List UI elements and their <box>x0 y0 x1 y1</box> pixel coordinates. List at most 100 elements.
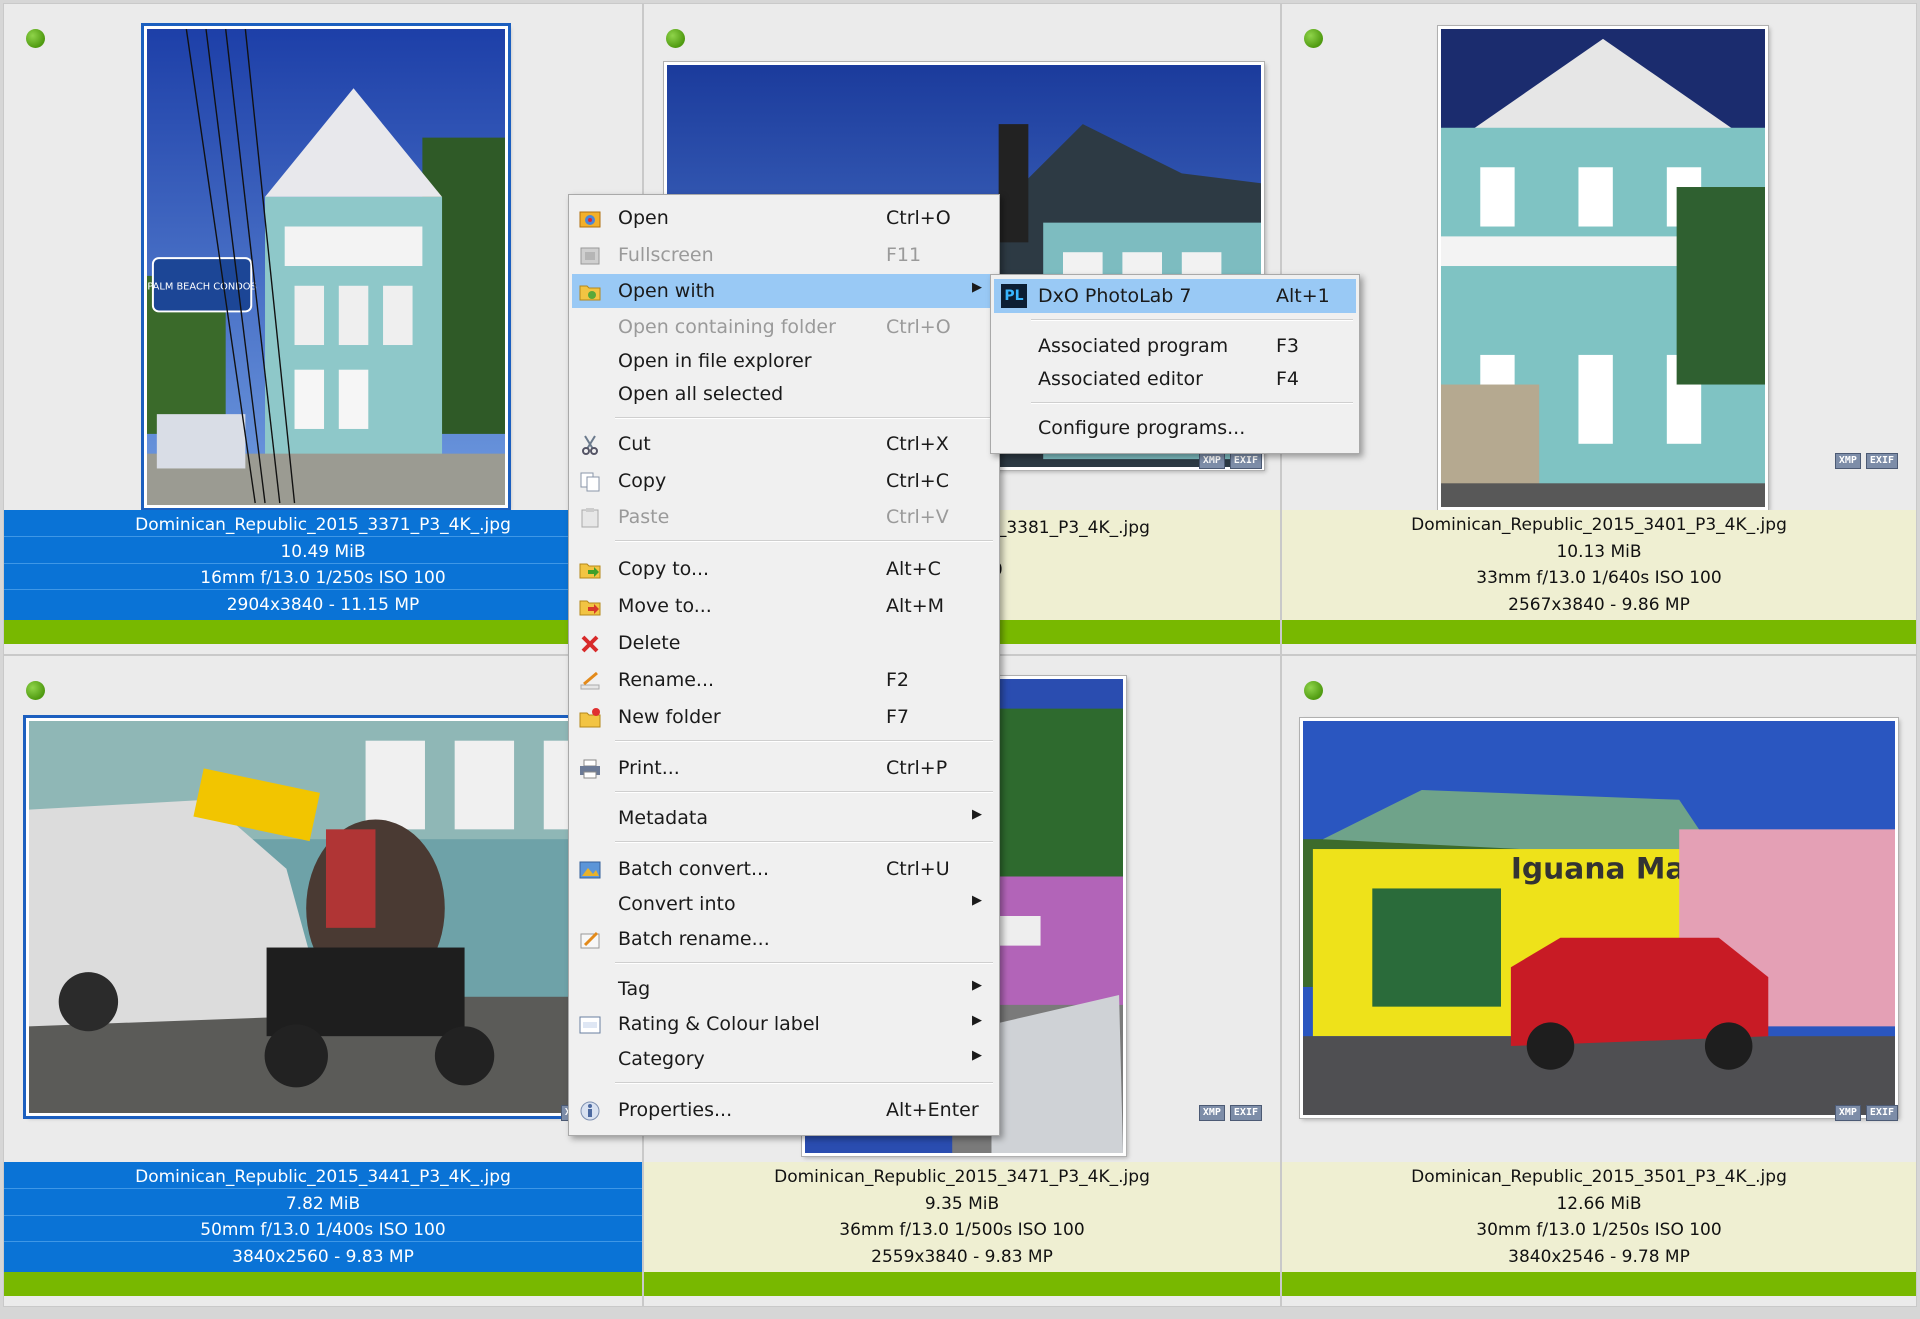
paste-icon <box>579 507 601 529</box>
menu-item-convert-into[interactable]: Convert into ▶ <box>572 887 996 921</box>
status-bar-green <box>1282 1272 1916 1296</box>
submenu-item-associated-editor[interactable]: Associated editor F4 <box>994 362 1356 396</box>
delete-x-icon <box>579 633 601 655</box>
fullscreen-icon <box>579 245 601 267</box>
menu-item-cut[interactable]: Cut Ctrl+X <box>572 427 996 461</box>
menu-item-open-containing-folder[interactable]: Open containing folder Ctrl+O <box>572 310 996 344</box>
file-size: 10.49 MiB <box>4 541 642 564</box>
exif-badge: EXIF <box>1865 453 1898 469</box>
open-icon <box>579 208 601 230</box>
scissors-icon <box>579 434 601 456</box>
menu-separator <box>615 1082 993 1084</box>
xmp-badge: XMP <box>1834 1105 1861 1121</box>
exif-badge: EXIF <box>1229 1105 1262 1121</box>
properties-icon <box>579 1100 601 1122</box>
menu-item-rating-colour-label[interactable]: Rating & Colour label ▶ <box>572 1007 996 1041</box>
file-size: 7.82 MiB <box>4 1193 642 1216</box>
file-size: 10.13 MiB <box>1556 541 1642 562</box>
file-size: 9.35 MiB <box>924 1193 1000 1214</box>
menu-item-category[interactable]: Category ▶ <box>572 1042 996 1076</box>
menu-item-metadata[interactable]: Metadata ▶ <box>572 801 996 835</box>
status-bar-green <box>4 620 642 644</box>
file-size: 12.66 MiB <box>1556 1193 1642 1214</box>
menu-item-batch-rename[interactable]: Batch rename... <box>572 922 996 956</box>
xmp-badge: XMP <box>1834 453 1861 469</box>
menu-separator <box>615 841 993 843</box>
metadata-badges: XMP EXIF <box>1834 1105 1898 1121</box>
batch-convert-icon <box>579 859 601 881</box>
dimensions: 3840x2546 - 9.78 MP <box>1508 1246 1690 1267</box>
menu-item-fullscreen[interactable]: Fullscreen F11 <box>572 238 996 272</box>
menu-item-move-to[interactable]: Move to... Alt+M <box>572 589 996 623</box>
thumbnail-info: Dominican_Republic_2015_3441_P3_4K_.jpg … <box>4 1162 642 1272</box>
filename: Dominican_Republic_2015_3501_P3_4K_.jpg <box>1411 1167 1787 1188</box>
menu-separator <box>1031 402 1353 404</box>
filename: Dominican_Republic_2015_3441_P3_4K_.jpg <box>4 1166 642 1189</box>
copy-icon <box>579 471 601 493</box>
menu-separator <box>615 417 993 419</box>
status-bar-green <box>1282 620 1916 644</box>
move-to-folder-icon <box>579 596 601 618</box>
menu-item-copy[interactable]: Copy Ctrl+C <box>572 464 996 498</box>
exif-badge: EXIF <box>1229 453 1262 469</box>
metadata-badges: XMP EXIF <box>1198 453 1262 469</box>
menu-item-open-with[interactable]: Open with ▶ <box>572 274 996 308</box>
menu-separator <box>615 791 993 793</box>
submenu-arrow-icon: ▶ <box>972 807 982 822</box>
submenu-item-associated-program[interactable]: Associated program F3 <box>994 329 1356 363</box>
sign-text: PALM BEACH CONDOS <box>147 282 256 293</box>
thumbnail-tile[interactable]: Iguana Mama Tours XMP EXIF Dominican_Rep… <box>1281 655 1917 1307</box>
thumbnail-tile[interactable]: XMP EXIF Dominican_Republic_2015_3401_P3… <box>1281 3 1917 655</box>
menu-separator <box>1031 319 1353 321</box>
status-dot-icon <box>26 29 45 48</box>
menu-separator <box>615 540 993 542</box>
menu-item-open[interactable]: Open Ctrl+O <box>572 201 996 235</box>
thumbnail-image[interactable] <box>1438 26 1768 510</box>
thumbnail-image[interactable]: PALM BEACH CONDOS <box>144 26 508 508</box>
menu-item-delete[interactable]: Delete <box>572 626 996 660</box>
submenu-item-dxo-photolab[interactable]: PL DxO PhotoLab 7 Alt+1 <box>994 279 1356 313</box>
exif-badge: EXIF <box>1865 1105 1898 1121</box>
filename: Dominican_Republic_2015_3371_P3_4K_.jpg <box>4 514 642 537</box>
status-dot-icon <box>1304 681 1323 700</box>
thumbnail-tile[interactable]: PALM BEACH CONDOS Dominican_Republic_201… <box>3 3 643 655</box>
dimensions: 2904x3840 - 11.15 MP <box>226 595 420 616</box>
menu-separator <box>615 740 993 742</box>
menu-item-open-in-file-explorer[interactable]: Open in file explorer <box>572 344 996 378</box>
menu-item-batch-convert[interactable]: Batch convert... Ctrl+U <box>572 852 996 886</box>
rating-icon <box>579 1014 601 1036</box>
context-menu: Open Ctrl+O Fullscreen F11 Open with ▶ Open… <box>568 194 1000 1136</box>
thumbnail-image[interactable] <box>26 718 622 1116</box>
menu-item-tag[interactable]: Tag ▶ <box>572 972 996 1006</box>
exif-info: 16mm f/13.0 1/250s ISO 100 <box>4 567 642 591</box>
menu-item-copy-to[interactable]: Copy to... Alt+C <box>572 552 996 586</box>
thumbnail-info: Dominican_Republic_2015_3501_P3_4K_.jpg … <box>1282 1162 1916 1272</box>
xmp-badge: XMP <box>1198 1105 1225 1121</box>
filename: Dominican_Republic_2015_3401_P3_4K_.jpg <box>1411 515 1787 536</box>
dimensions: 2567x3840 - 9.86 MP <box>1508 594 1690 615</box>
menu-item-rename[interactable]: Rename... F2 <box>572 663 996 697</box>
new-folder-icon <box>579 707 601 729</box>
thumbnail-image[interactable]: Iguana Mama Tours <box>1300 718 1898 1118</box>
submenu-arrow-icon: ▶ <box>972 1048 982 1063</box>
dimensions: 3840x2560 - 9.83 MP <box>232 1247 414 1268</box>
menu-item-new-folder[interactable]: New folder F7 <box>572 700 996 734</box>
status-dot-icon <box>666 29 685 48</box>
thumbnail-tile[interactable]: XMP EXIF Dominican_Republic_2015_3441_P3… <box>3 655 643 1307</box>
rename-pencil-icon <box>579 670 601 692</box>
menu-item-properties[interactable]: Properties... Alt+Enter <box>572 1093 996 1127</box>
submenu-item-configure-programs[interactable]: Configure programs... <box>994 411 1356 445</box>
status-dot-icon <box>1304 29 1323 48</box>
thumbnail-info: Dominican_Republic_2015_3401_P3_4K_.jpg … <box>1282 510 1916 620</box>
exif-info: 33mm f/13.0 1/640s ISO 100 <box>1476 568 1722 589</box>
menu-item-open-all-selected[interactable]: Open all selected <box>572 377 996 411</box>
status-bar-green <box>644 1272 1280 1296</box>
menu-item-paste[interactable]: Paste Ctrl+V <box>572 500 996 534</box>
status-bar-green <box>4 1272 642 1296</box>
exif-info: 30mm f/13.0 1/250s ISO 100 <box>1476 1220 1722 1241</box>
batch-rename-icon <box>579 929 601 951</box>
metadata-badges: XMP EXIF <box>1834 453 1898 469</box>
dimensions: 2559x3840 - 9.83 MP <box>871 1246 1053 1267</box>
menu-item-print[interactable]: Print... Ctrl+P <box>572 751 996 785</box>
submenu-arrow-icon: ▶ <box>972 280 982 295</box>
